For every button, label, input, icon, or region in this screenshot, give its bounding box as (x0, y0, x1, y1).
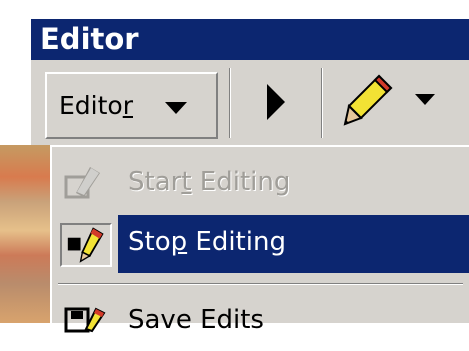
pencil-icon[interactable] (343, 74, 393, 126)
stop-editing-icon (60, 223, 112, 267)
editor-menu-label: Editor (59, 91, 133, 120)
menu-separator (58, 283, 463, 285)
editor-dropdown-menu: Start Editing Stop Editing Save Edits (50, 145, 469, 335)
toolbar-separator (229, 68, 231, 138)
menu-item-stop-editing[interactable]: Stop Editing (52, 215, 469, 273)
menu-item-save-edits[interactable]: Save Edits (52, 293, 469, 351)
window-title: Editor (40, 22, 139, 56)
menu-item-start-editing[interactable]: Start Editing (52, 155, 469, 213)
map-background (0, 145, 53, 323)
menu-item-label: Start Editing (128, 167, 291, 197)
pointer-arrow-icon[interactable] (265, 82, 287, 122)
dropdown-triangle-icon (165, 102, 187, 114)
toolbar-separator (321, 68, 323, 138)
sketch-dropdown-icon[interactable] (415, 94, 435, 105)
editor-toolbar: Editor (31, 60, 469, 148)
menu-item-label: Stop Editing (128, 227, 286, 257)
start-editing-icon (64, 167, 100, 199)
editor-titlebar: Editor (31, 19, 469, 60)
save-edits-icon (64, 307, 106, 333)
menu-item-label: Save Edits (128, 305, 264, 335)
editor-menu-button[interactable]: Editor (45, 72, 218, 139)
